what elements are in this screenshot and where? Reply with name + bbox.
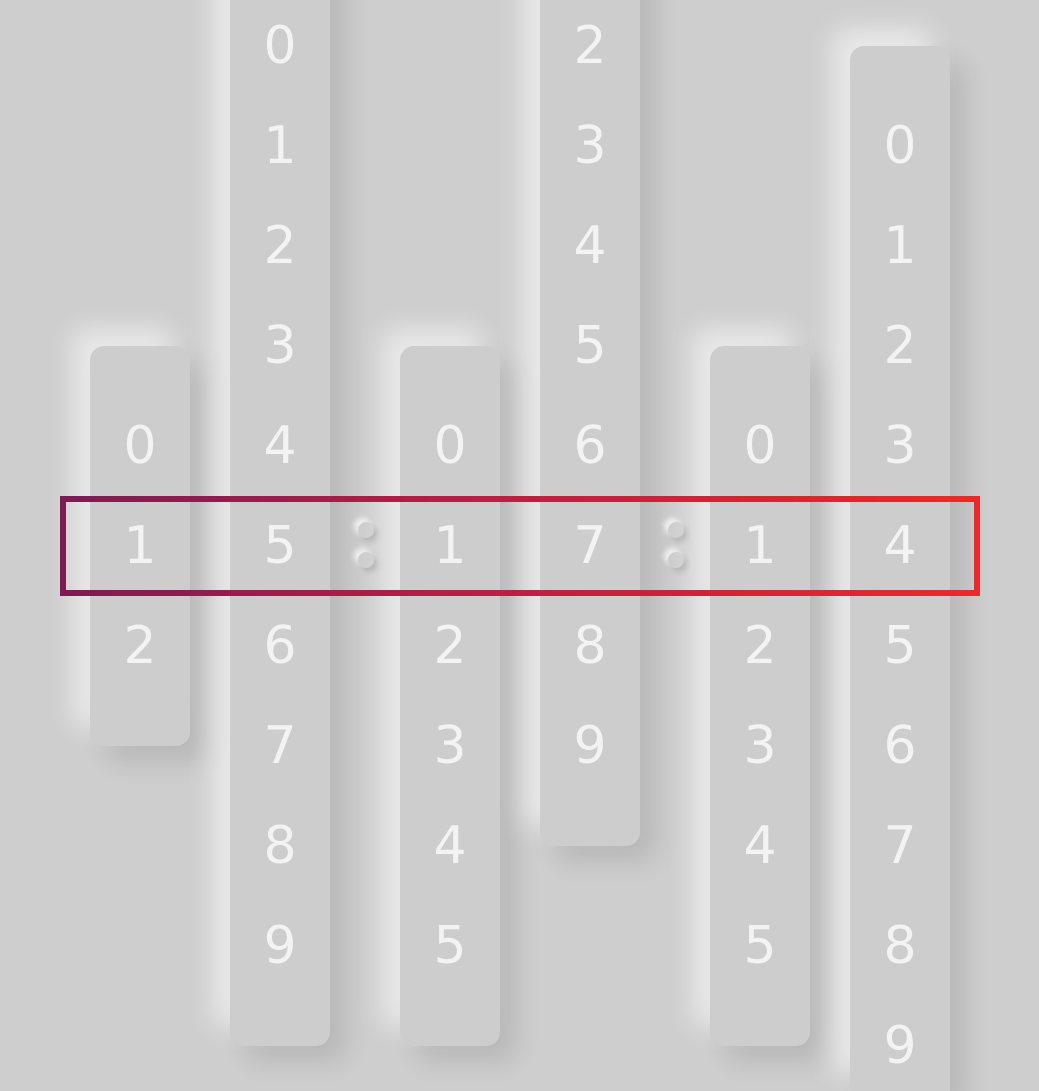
digit: 0 [743,416,777,476]
digit: 5 [433,916,467,976]
digit: 0 [263,16,297,76]
digital-clock: 0 1 2 0 1 2 3 4 5 6 7 8 9 0 1 2 3 4 5 2 … [0,0,1039,1091]
digit: 2 [883,316,917,376]
digit: 0 [433,416,467,476]
digit: 4 [433,816,467,876]
digit: 2 [263,216,297,276]
digit: 6 [883,716,917,776]
digit: 3 [883,416,917,476]
digit: 5 [573,316,607,376]
digit: 7 [263,716,297,776]
seconds-tens-column: 0 1 2 3 4 5 [710,346,810,1046]
digit: 4 [743,816,777,876]
digit: 2 [743,616,777,676]
minutes-ones-column: 2 3 4 5 6 7 8 9 [540,0,640,846]
digit: 7 [883,816,917,876]
digit: 2 [123,616,157,676]
digit: 5 [883,616,917,676]
digit: 4 [573,216,607,276]
digit: 6 [573,416,607,476]
digit: 3 [433,716,467,776]
digit: 2 [573,16,607,76]
digit: 5 [743,916,777,976]
digit: 1 [883,216,917,276]
digit: 8 [573,616,607,676]
digit: 4 [263,416,297,476]
minutes-tens-column: 0 1 2 3 4 5 [400,346,500,1046]
current-time-highlight [60,496,980,596]
digit: 9 [263,916,297,976]
digit: 9 [573,716,607,776]
digit: 9 [883,1016,917,1076]
digit: 3 [263,316,297,376]
digit: 6 [263,616,297,676]
digit: 3 [743,716,777,776]
digit: 0 [123,416,157,476]
digit: 2 [433,616,467,676]
digit: 3 [573,116,607,176]
digit: 8 [883,916,917,976]
digit: 0 [883,116,917,176]
digit: 8 [263,816,297,876]
digit: 1 [263,116,297,176]
